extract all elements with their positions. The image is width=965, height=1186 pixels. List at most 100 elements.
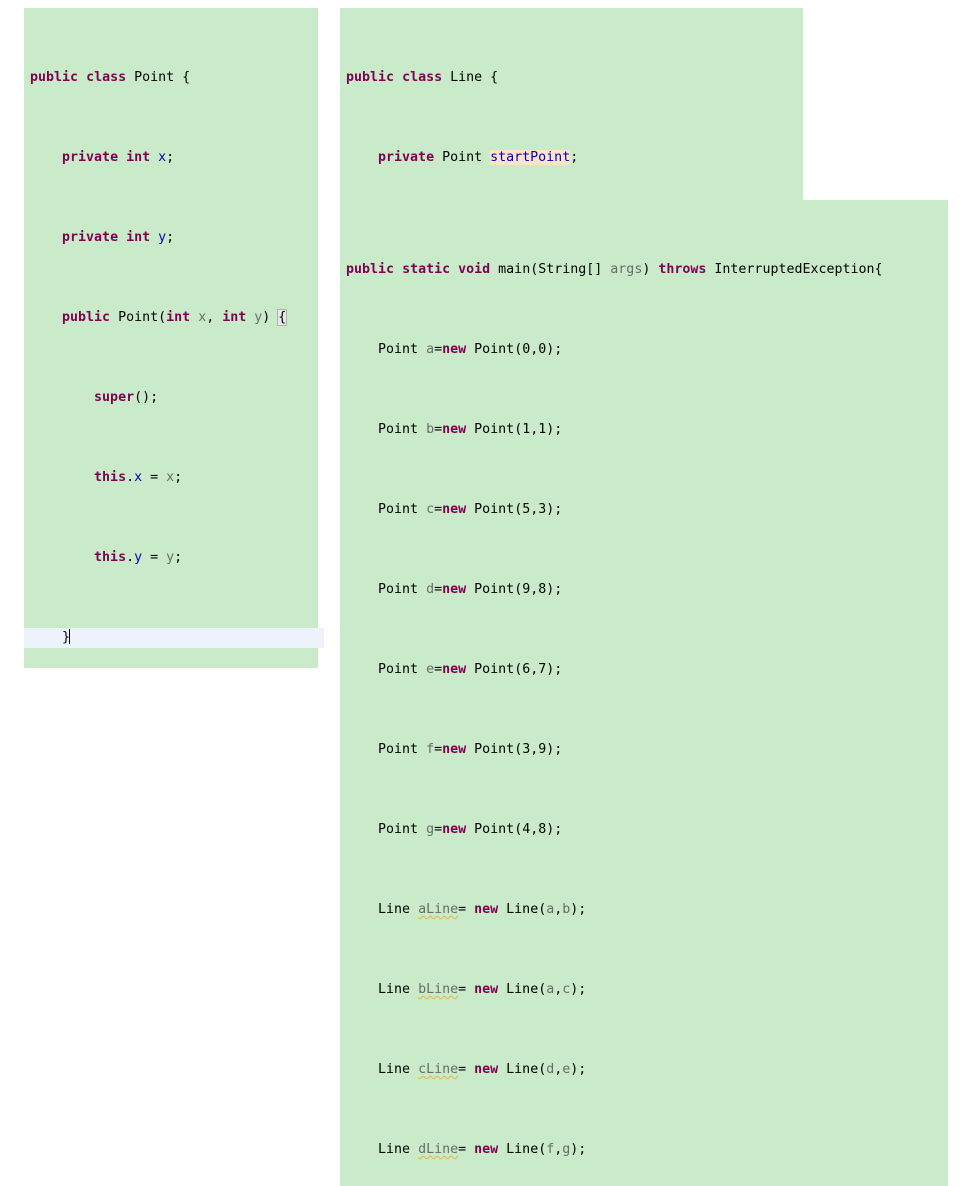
- code-line[interactable]: Line aLine= new Line(a,b);: [340, 900, 948, 920]
- token-punct: (: [514, 582, 522, 597]
- token-type: Point: [378, 502, 418, 517]
- token-punct: ,: [530, 822, 538, 837]
- token-keyword: new: [474, 1142, 498, 1157]
- token-punct: {: [875, 262, 883, 277]
- token-keyword: new: [442, 342, 466, 357]
- token-punct: []: [586, 262, 610, 277]
- token-punct: =: [150, 470, 166, 485]
- token-type: Line: [378, 902, 410, 917]
- code-line[interactable]: Point a=new Point(0,0);: [340, 340, 948, 360]
- token-punct: (: [514, 502, 522, 517]
- token-punct: );: [546, 822, 562, 837]
- token-punct: ,: [554, 902, 562, 917]
- token-type: Point: [474, 342, 514, 357]
- token-punct: );: [570, 902, 586, 917]
- code-line[interactable]: private int y;: [24, 228, 318, 248]
- code-line[interactable]: this.x = x;: [24, 468, 318, 488]
- token-punct: );: [546, 742, 562, 757]
- code-block-main-method[interactable]: public static void main(String[] args) t…: [340, 200, 948, 1186]
- token-type: Point: [474, 742, 514, 757]
- token-field: x: [158, 150, 166, 165]
- code-line[interactable]: this.y = y;: [24, 548, 318, 568]
- token-punct: (: [538, 902, 546, 917]
- token-number: 4: [522, 822, 530, 837]
- token-punct: ,: [554, 1142, 562, 1157]
- token-type: Point: [378, 662, 418, 677]
- token-punct: (: [538, 982, 546, 997]
- token-type: Line: [506, 1142, 538, 1157]
- token-parameter: x: [198, 310, 206, 325]
- code-line[interactable]: Point f=new Point(3,9);: [340, 740, 948, 760]
- token-local-var: a: [546, 902, 554, 917]
- code-line[interactable]: Line dLine= new Line(f,g);: [340, 1140, 948, 1160]
- code-line[interactable]: private Point startPoint;: [340, 148, 803, 168]
- code-line[interactable]: Line cLine= new Line(d,e);: [340, 1060, 948, 1080]
- token-type: Point: [118, 310, 158, 325]
- code-line[interactable]: public static void main(String[] args) t…: [340, 260, 948, 280]
- token-keyword: this: [94, 550, 126, 565]
- token-punct: ;: [166, 150, 174, 165]
- token-field-occurrence: startPoint: [490, 150, 570, 165]
- code-line[interactable]: Point b=new Point(1,1);: [340, 420, 948, 440]
- token-keyword: super: [94, 390, 134, 405]
- token-punct: {: [490, 70, 498, 85]
- token-punct: ;: [166, 230, 174, 245]
- token-field: y: [134, 550, 142, 565]
- token-local-var-warning: dLine: [418, 1142, 458, 1157]
- token-punct: {: [182, 70, 190, 85]
- token-keyword: int: [126, 230, 150, 245]
- token-punct: ();: [134, 390, 158, 405]
- token-local-var: a: [426, 342, 434, 357]
- token-keyword: public: [30, 70, 78, 85]
- token-punct: =: [458, 1142, 474, 1157]
- token-punct: );: [546, 422, 562, 437]
- token-punct: (: [538, 1062, 546, 1077]
- token-punct: =: [458, 1062, 474, 1077]
- token-punct: ,: [206, 310, 222, 325]
- token-keyword: class: [86, 70, 126, 85]
- token-punct: (: [514, 342, 522, 357]
- code-line-current[interactable]: }: [24, 628, 324, 648]
- token-punct: .: [126, 550, 134, 565]
- token-number: 8: [538, 822, 546, 837]
- token-keyword: new: [442, 582, 466, 597]
- token-keyword: new: [442, 662, 466, 677]
- token-local-var: e: [562, 1062, 570, 1077]
- token-punct: ): [262, 310, 278, 325]
- code-block-point-class[interactable]: public class Point { private int x; priv…: [24, 8, 318, 668]
- code-line[interactable]: super();: [24, 388, 318, 408]
- token-local-var: b: [562, 902, 570, 917]
- code-line[interactable]: Point c=new Point(5,3);: [340, 500, 948, 520]
- code-line[interactable]: public Point(int x, int y) {: [24, 308, 318, 328]
- token-punct: ): [642, 262, 658, 277]
- token-local-var: f: [426, 742, 434, 757]
- token-local-var: b: [426, 422, 434, 437]
- token-type: Line: [378, 982, 410, 997]
- code-line[interactable]: public class Line {: [340, 68, 803, 88]
- token-type: Point: [378, 422, 418, 437]
- token-punct: =: [434, 822, 442, 837]
- text-caret: [69, 629, 70, 644]
- code-line[interactable]: Line bLine= new Line(a,c);: [340, 980, 948, 1000]
- code-line[interactable]: Point e=new Point(6,7);: [340, 660, 948, 680]
- token-local-var: g: [426, 822, 434, 837]
- token-parameter: args: [610, 262, 642, 277]
- code-line[interactable]: private int x;: [24, 148, 318, 168]
- code-line[interactable]: public class Point {: [24, 68, 318, 88]
- token-type: Point: [474, 822, 514, 837]
- token-keyword: private: [62, 230, 118, 245]
- token-local-var: f: [546, 1142, 554, 1157]
- code-line[interactable]: Point d=new Point(9,8);: [340, 580, 948, 600]
- token-number: 6: [522, 662, 530, 677]
- token-punct: (: [538, 1142, 546, 1157]
- editor-canvas: { "theme": { "page_background": "#ffffff…: [0, 0, 965, 593]
- token-local-var: c: [426, 502, 434, 517]
- token-punct: );: [570, 1142, 586, 1157]
- token-type: Line: [450, 70, 482, 85]
- token-punct: (: [514, 822, 522, 837]
- token-keyword: public: [62, 310, 110, 325]
- token-type: Point: [442, 150, 482, 165]
- token-local-var: e: [426, 662, 434, 677]
- code-line[interactable]: Point g=new Point(4,8);: [340, 820, 948, 840]
- token-type: Point: [474, 502, 514, 517]
